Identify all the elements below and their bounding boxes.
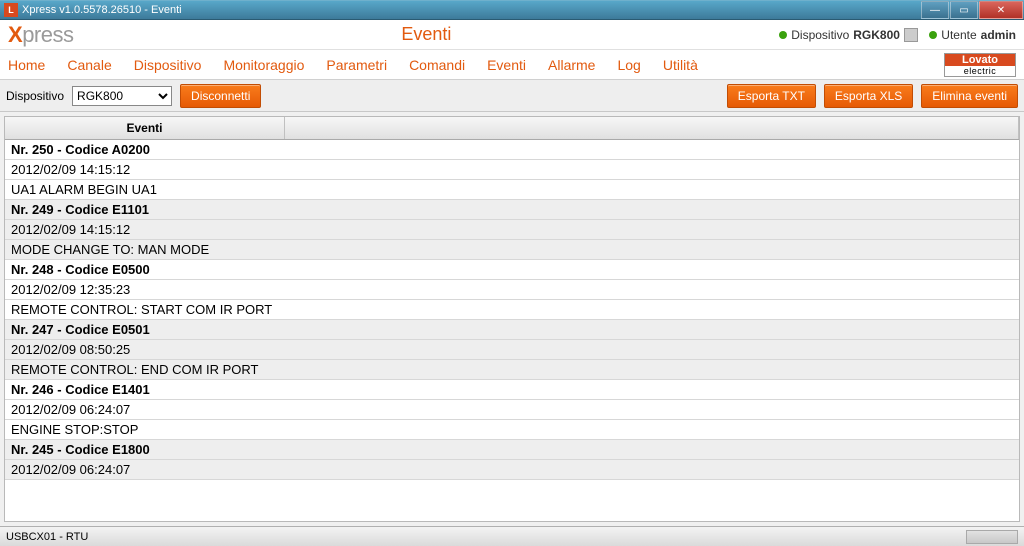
menu-parametri[interactable]: Parametri <box>326 57 387 73</box>
grid-column-spacer <box>285 117 1019 139</box>
status-connection: USBCX01 - RTU <box>6 531 88 543</box>
menu-eventi[interactable]: Eventi <box>487 57 526 73</box>
menu-dispositivo[interactable]: Dispositivo <box>134 57 202 73</box>
event-desc: MODE CHANGE TO: MAN MODE <box>5 240 1019 260</box>
event-desc: ENGINE STOP:STOP <box>5 420 1019 440</box>
event-time: 2012/02/09 14:15:12 <box>5 160 1019 180</box>
grid-column-eventi[interactable]: Eventi <box>5 117 285 139</box>
brand-logo: Lovato electric <box>944 53 1016 77</box>
event-title: Nr. 247 - Codice E0501 <box>5 320 1019 340</box>
event-group[interactable]: Nr. 248 - Codice E05002012/02/09 12:35:2… <box>5 260 1019 320</box>
event-desc: UA1 ALARM BEGIN UA1 <box>5 180 1019 200</box>
maximize-button[interactable]: ▭ <box>950 1 978 19</box>
close-button[interactable]: ✕ <box>979 1 1023 19</box>
event-group[interactable]: Nr. 250 - Codice A02002012/02/09 14:15:1… <box>5 140 1019 200</box>
menu-utilita[interactable]: Utilità <box>663 57 698 73</box>
event-group[interactable]: Nr. 246 - Codice E14012012/02/09 06:24:0… <box>5 380 1019 440</box>
window-title: Xpress v1.0.5578.26510 - Eventi <box>22 4 182 16</box>
event-title: Nr. 245 - Codice E1800 <box>5 440 1019 460</box>
event-grid: Eventi Nr. 250 - Codice A02002012/02/09 … <box>4 116 1020 522</box>
minimize-button[interactable]: — <box>921 1 949 19</box>
header-bar: Xpress Eventi Dispositivo RGK800 Utente … <box>0 20 1024 50</box>
menu-canale[interactable]: Canale <box>67 57 111 73</box>
toolbar: Dispositivo RGK800 Disconnetti Esporta T… <box>0 80 1024 112</box>
event-time: 2012/02/09 08:50:25 <box>5 340 1019 360</box>
delete-events-button[interactable]: Elimina eventi <box>921 84 1018 108</box>
event-title: Nr. 249 - Codice E1101 <box>5 200 1019 220</box>
event-title: Nr. 250 - Codice A0200 <box>5 140 1019 160</box>
device-chip-icon <box>904 28 918 42</box>
event-desc: REMOTE CONTROL: END COM IR PORT <box>5 360 1019 380</box>
resize-grip[interactable] <box>966 530 1018 544</box>
event-time: 2012/02/09 06:24:07 <box>5 400 1019 420</box>
header-status: Dispositivo RGK800 Utente admin <box>779 28 1016 42</box>
window-title-bar: L Xpress v1.0.5578.26510 - Eventi — ▭ ✕ <box>0 0 1024 20</box>
menu-allarme[interactable]: Allarme <box>548 57 595 73</box>
menu-comandi[interactable]: Comandi <box>409 57 465 73</box>
grid-header-row: Eventi <box>5 117 1019 140</box>
device-name: RGK800 <box>853 28 900 42</box>
menu-bar: Home Canale Dispositivo Monitoraggio Par… <box>0 50 1024 80</box>
export-xls-button[interactable]: Esporta XLS <box>824 84 913 108</box>
event-title: Nr. 248 - Codice E0500 <box>5 260 1019 280</box>
event-time: 2012/02/09 14:15:12 <box>5 220 1019 240</box>
event-group[interactable]: Nr. 247 - Codice E05012012/02/09 08:50:2… <box>5 320 1019 380</box>
menu-home[interactable]: Home <box>8 57 45 73</box>
menu-log[interactable]: Log <box>617 57 640 73</box>
export-txt-button[interactable]: Esporta TXT <box>727 84 816 108</box>
event-group[interactable]: Nr. 245 - Codice E18002012/02/09 06:24:0… <box>5 440 1019 480</box>
device-select[interactable]: RGK800 <box>72 86 172 106</box>
grid-body[interactable]: Nr. 250 - Codice A02002012/02/09 14:15:1… <box>5 140 1019 521</box>
app-icon: L <box>4 3 18 17</box>
event-desc: REMOTE CONTROL: START COM IR PORT <box>5 300 1019 320</box>
device-label: Dispositivo <box>791 28 849 42</box>
disconnect-button[interactable]: Disconnetti <box>180 84 261 108</box>
toolbar-device-label: Dispositivo <box>6 89 64 103</box>
user-label: Utente <box>941 28 976 42</box>
event-title: Nr. 246 - Codice E1401 <box>5 380 1019 400</box>
user-name: admin <box>981 28 1016 42</box>
app-logo: Xpress <box>8 22 73 48</box>
window-controls: — ▭ ✕ <box>921 1 1024 19</box>
event-time: 2012/02/09 06:24:07 <box>5 460 1019 480</box>
event-group[interactable]: Nr. 249 - Codice E11012012/02/09 14:15:1… <box>5 200 1019 260</box>
page-title: Eventi <box>73 24 779 45</box>
device-status-icon <box>779 31 787 39</box>
user-status-icon <box>929 31 937 39</box>
menu-monitoraggio[interactable]: Monitoraggio <box>223 57 304 73</box>
event-time: 2012/02/09 12:35:23 <box>5 280 1019 300</box>
status-bar: USBCX01 - RTU <box>0 526 1024 546</box>
